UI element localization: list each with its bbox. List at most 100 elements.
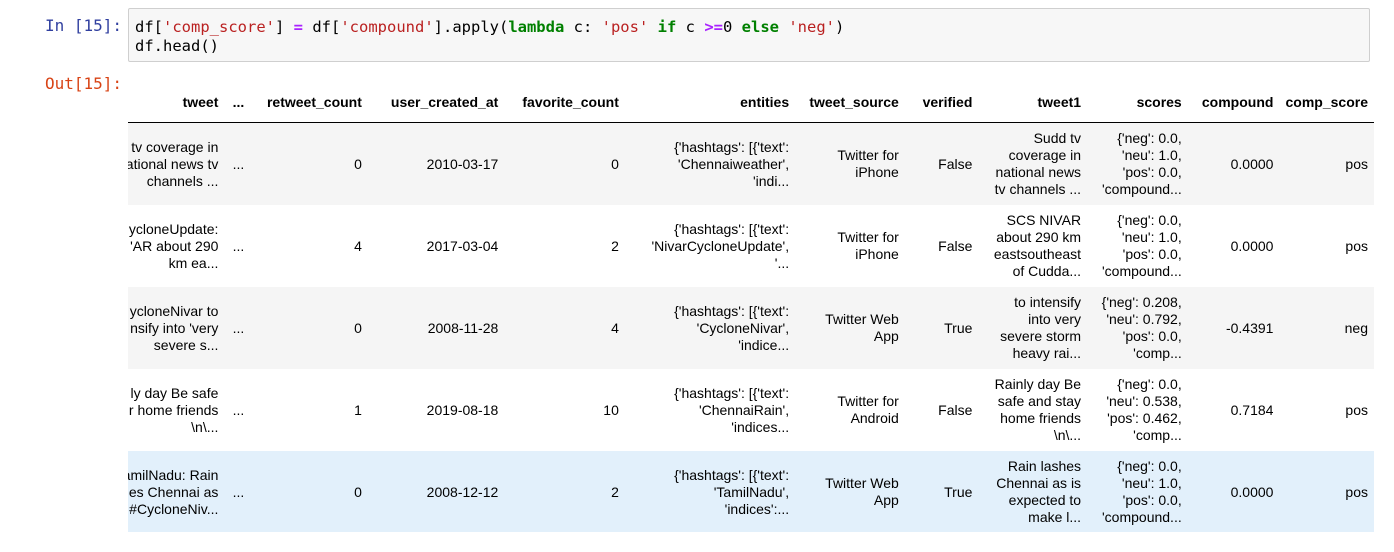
- cell-line: 'neu': 0.792,: [1106, 311, 1182, 327]
- cell-compound: 0.7184: [1230, 401, 1274, 418]
- cell-line: tv coverage in: [131, 138, 219, 155]
- code-token: if: [657, 18, 677, 36]
- cell-line: es Chennai as: [128, 483, 219, 500]
- code-line-1[interactable]: df['comp_score'] = df['compound'].apply(…: [135, 18, 844, 36]
- cell-line: 'pos': 0.0,: [1122, 164, 1182, 180]
- code-token: >=: [704, 18, 723, 36]
- cell-line: 'AR about 290: [130, 237, 219, 254]
- cell-entities: {'hashtags': [{'text': 'Chennaiweather', '…: [625, 123, 795, 206]
- cell-tweet: amilNadu: Rain es Chennai as #CycloneNiv..…: [128, 451, 224, 532]
- cell-line: {'neg': 0.208,: [1101, 294, 1182, 310]
- cell-compound: 0.0000: [1230, 237, 1274, 254]
- cell-retweet-count: 0: [354, 319, 362, 336]
- cell-tweet: tv coverage in ational news tv channels ..…: [128, 123, 224, 206]
- code-cell-input[interactable]: df['comp_score'] = df['compound'].apply(…: [128, 8, 1370, 62]
- cell-tweet-source: Twitter Web App: [795, 451, 905, 532]
- cell-tweet1: SCS NIVAR about 290 km eastsoutheast of Cud…: [978, 205, 1087, 287]
- cell-scores: {'neg': 0.0,'neu': 1.0,'pos': 0.0,'compo…: [1087, 451, 1188, 532]
- column-header: user_created_at: [367, 82, 505, 123]
- cell-line: national news: [995, 164, 1082, 180]
- cell-ellipsis: ...: [232, 483, 245, 500]
- column-header: tweet_source: [795, 82, 905, 123]
- cell-line: Twitter Web: [825, 475, 899, 491]
- column-header: entities: [624, 82, 796, 123]
- cell-line: iPhone: [855, 164, 899, 180]
- code-token: =: [293, 18, 303, 36]
- cell-line: safe and stay: [997, 393, 1082, 409]
- cell-line: r home friends: [128, 401, 219, 418]
- table-row[interactable]: amilNadu: Rain es Chennai as #CycloneNiv..…: [128, 451, 1374, 532]
- dataframe-table: tweet... retweet_count user_created_at favo…: [128, 82, 1374, 532]
- code-token: df[: [303, 18, 341, 36]
- cell-line: 'TamilNadu',: [713, 483, 790, 500]
- cell-line: {'hashtags': [{'text':: [674, 302, 790, 319]
- cell-scores: {'neg': 0.0,'neu': 1.0,'pos': 0.0,'compo…: [1087, 205, 1188, 287]
- code-line-2[interactable]: df.head(): [135, 37, 219, 55]
- cell-line: Rain lashes: [1007, 458, 1082, 474]
- column-header: ...: [224, 82, 251, 123]
- code-token: 0: [723, 18, 742, 36]
- cell-tweet1: to intensify into very severe storm heavy r…: [978, 287, 1087, 369]
- column-header: tweet: [128, 82, 225, 123]
- cell-line: into very: [1028, 311, 1082, 327]
- column-header: comp_score: [1279, 82, 1374, 123]
- cell-line: Sudd tv: [1033, 130, 1082, 146]
- cell-line: 'neu': 0.538,: [1106, 393, 1182, 409]
- column-header: compound: [1187, 82, 1280, 123]
- cell-retweet-count: 0: [354, 155, 362, 172]
- cell-user-created-at: 2010-03-17: [426, 155, 499, 172]
- cell-line: {'hashtags': [{'text':: [674, 384, 790, 401]
- cell-line: 'comp...: [1133, 345, 1182, 361]
- cell-tweet: ly day Be safe r home friends \n\...: [128, 369, 224, 451]
- cell-user-created-at: 2008-11-28: [427, 319, 499, 336]
- cell-line: iPhone: [855, 246, 899, 262]
- cell-compound: 0.0000: [1230, 155, 1274, 172]
- cell-scores: {'neg': 0.208,'neu': 0.792,'pos': 0.0,'c…: [1087, 287, 1188, 369]
- table-row[interactable]: tv coverage in ational news tv channels ..…: [128, 122, 1374, 206]
- cell-tweet: ycloneUpdate: 'AR about 290 km ea...: [128, 205, 224, 287]
- code-token: ]: [274, 18, 294, 36]
- column-header: retweet_count: [250, 82, 368, 123]
- cell-line: severe s...: [153, 336, 219, 353]
- table-row[interactable]: ycloneUpdate: 'AR about 290 km ea...... 4 20…: [128, 205, 1374, 287]
- cell-line: 'indices...: [731, 418, 790, 435]
- header-row: tweet... retweet_count user_created_at favo…: [128, 82, 1374, 123]
- cell-line: channels ...: [146, 172, 219, 189]
- cell-line: \n\...: [1053, 427, 1082, 443]
- column-header: verified: [904, 82, 979, 123]
- code-token: ): [835, 18, 845, 36]
- cell-line: #CycloneNiv...: [129, 500, 219, 517]
- table-row[interactable]: ly day Be safe r home friends \n\...... 1 20…: [128, 369, 1374, 451]
- cell-compound: -0.4391: [1225, 319, 1274, 336]
- cell-entities: {'hashtags': [{'text': 'CycloneNivar','in…: [625, 287, 795, 369]
- cell-retweet-count: 0: [354, 483, 362, 500]
- code-token: else: [741, 18, 779, 36]
- cell-verified: True: [944, 319, 973, 336]
- table-row[interactable]: ycloneNivar to nsify into 'very severe s..…: [128, 287, 1374, 369]
- cell-line: 'compound...: [1102, 509, 1182, 525]
- cell-tweet-source: Twitter for iPhone: [795, 205, 905, 287]
- column-header: favorite_count: [504, 82, 625, 123]
- cell-tweet-source: Twitter for Android: [795, 369, 905, 451]
- cell-ellipsis: ...: [232, 401, 245, 418]
- cell-line: heavy rai...: [1012, 345, 1082, 361]
- cell-line: '...: [774, 254, 790, 271]
- cell-line: 'pos': 0.0,: [1122, 246, 1182, 262]
- cell-line: Twitter for: [837, 147, 899, 163]
- cell-line: 'indices':...: [724, 500, 790, 517]
- cell-line: amilNadu: Rain: [128, 466, 219, 483]
- code-token: 'comp_score': [163, 18, 275, 36]
- cell-line: {'neg': 0.0,: [1117, 130, 1182, 146]
- cell-verified: True: [944, 483, 973, 500]
- cell-line: ational news tv: [128, 155, 219, 172]
- cell-favorite-count: 2: [611, 237, 619, 254]
- cell-line: 'neu': 1.0,: [1121, 147, 1182, 163]
- cell-line: eastsoutheast: [993, 246, 1082, 262]
- cell-tweet-source: Twitter Web App: [795, 287, 905, 369]
- code-token: ].apply(: [433, 18, 509, 36]
- cell-user-created-at: 2019-08-18: [426, 401, 499, 418]
- cell-favorite-count: 10: [603, 401, 619, 418]
- cell-ellipsis: ...: [232, 319, 245, 336]
